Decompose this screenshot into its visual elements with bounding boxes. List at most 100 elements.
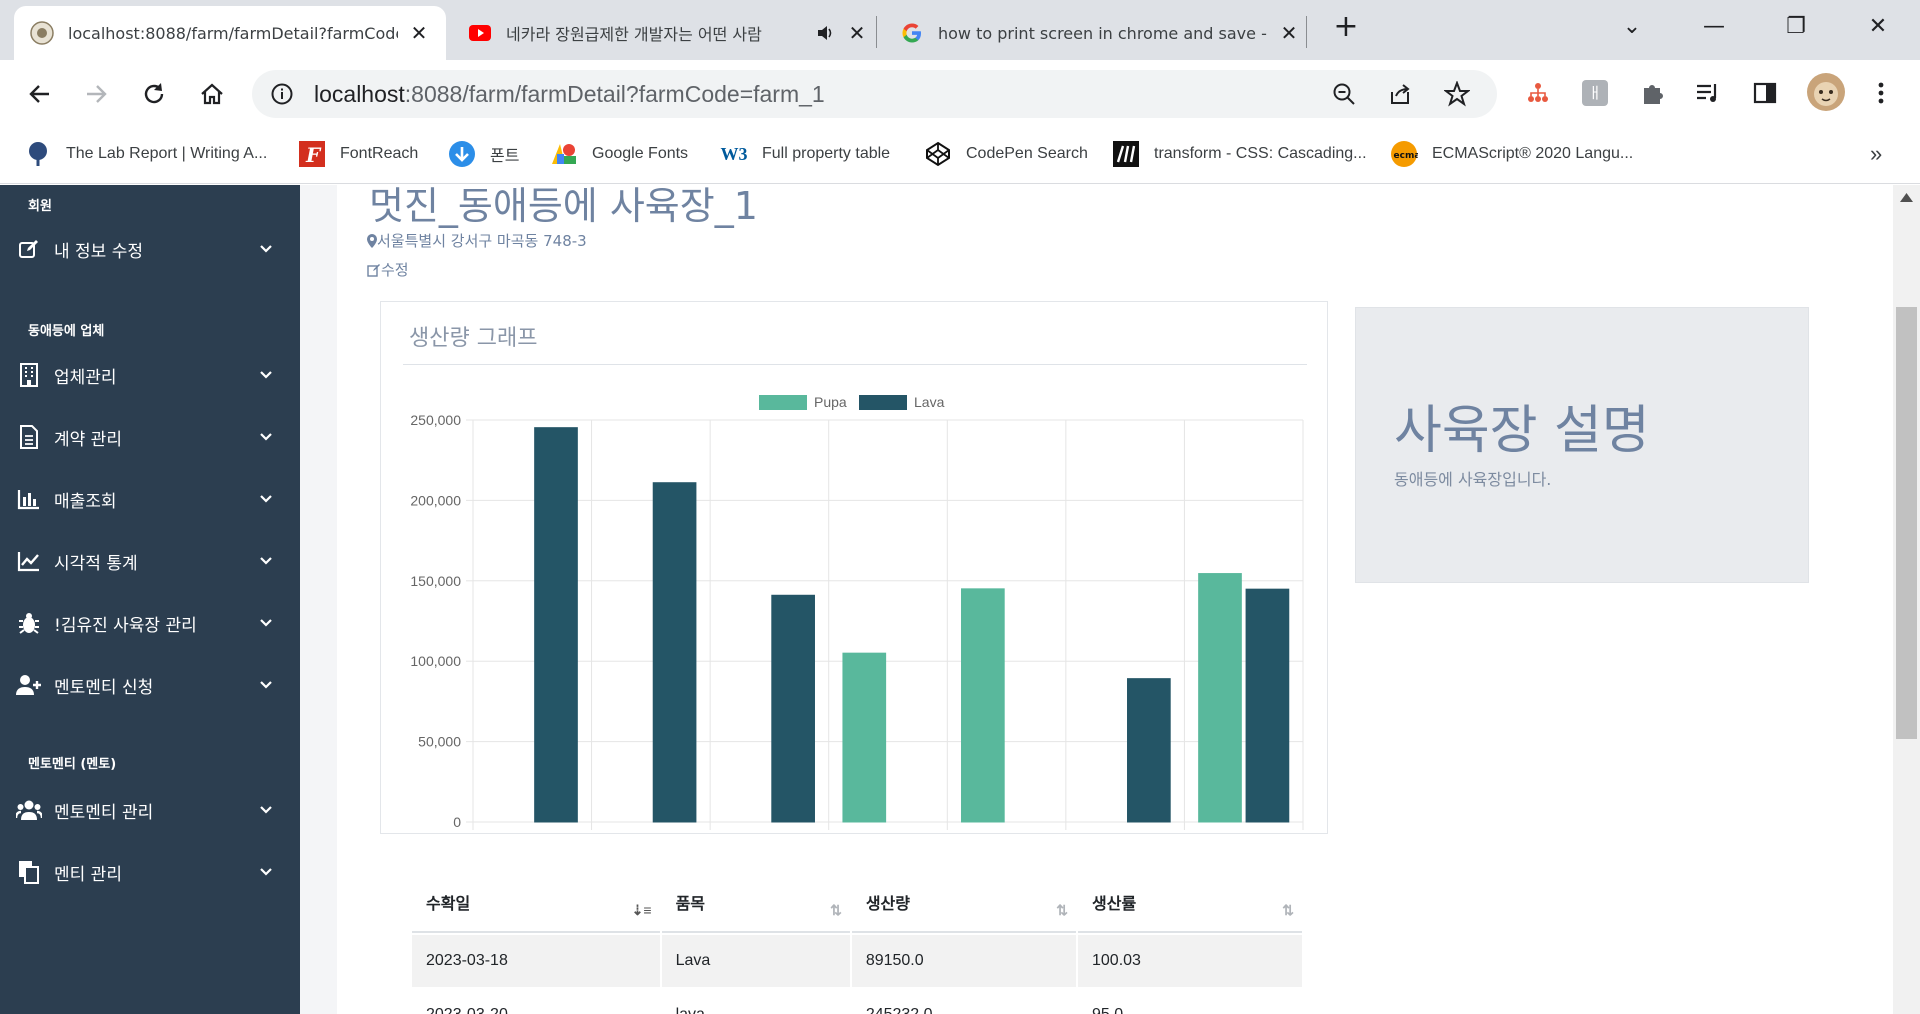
bookmark-lab-report[interactable]: The Lab Report | Writing A... [24,138,267,170]
column-header-rate[interactable]: 생산률 ⇅ [1078,873,1302,933]
address-bar[interactable]: localhost:8088/farm/farmDetail?farmCode=… [252,70,1497,118]
more-menu-icon[interactable] [1866,78,1896,108]
close-tab-icon[interactable]: ✕ [1278,21,1300,45]
close-tab-icon[interactable]: ✕ [408,21,430,45]
scrollbar-thumb[interactable] [1896,307,1917,739]
page-scrollbar[interactable] [1893,185,1920,1014]
sidebar-item-mentoring-management[interactable]: 멘토멘티 관리 [0,788,300,832]
svg-text:F: F [305,143,322,167]
bookmark-full-property-table[interactable]: W3 Full property table [720,138,891,170]
sidebar-item-mentoring-apply[interactable]: 멘토멘티 신청 [0,663,300,707]
tab-google[interactable]: how to print screen in chrome and save -… [884,6,1316,60]
tab-farm-detail[interactable]: localhost:8088/farm/farmDetail?farmCode=… [14,6,446,60]
legend-label: Lava [914,394,945,410]
speaker-icon[interactable] [816,23,836,43]
sidebar-item-farm-management[interactable]: !김유진 사육장 관리 [0,601,300,645]
bookmark-mdn-transform[interactable]: transform - CSS: Cascading... [1112,138,1367,170]
url-text: localhost:8088/farm/farmDetail?farmCode=… [314,81,825,107]
ecma-icon: ecma [1390,140,1418,168]
forward-button[interactable] [78,76,114,112]
sidebar-item-company-management[interactable]: 업체관리 [0,353,300,397]
user-plus-icon [16,672,42,698]
sort-icon: ⇅ [1282,902,1294,918]
sidebar-item-contract-management[interactable]: 계약 관리 [0,415,300,459]
arrow-left-icon [29,85,49,103]
bookmark-star-icon[interactable] [1444,81,1470,107]
cell-item: Lava [661,935,850,987]
chevron-down-icon [256,619,276,627]
description-title: 사육장 설명 [1394,401,1650,461]
y-tick-label: 100,000 [410,653,461,669]
column-header-item[interactable]: 품목 ⇅ [661,873,850,933]
users-icon [16,797,42,823]
bar-lava [1127,678,1171,823]
home-button[interactable] [194,76,230,112]
chevron-down-icon [256,245,276,253]
mdn-icon [1112,140,1140,168]
chevron-down-icon [256,433,276,441]
new-tab-button[interactable]: + [1326,12,1366,42]
sidebar-item-sales[interactable]: 매출조회 [0,477,300,521]
chevron-down-icon [256,371,276,379]
bookmark-codepen[interactable]: CodePen Search [924,138,1088,170]
reload-button[interactable] [136,76,172,112]
codepen-icon [924,140,952,168]
home-icon [201,83,223,105]
tab-title: how to print screen in chrome and save -… [938,23,1268,43]
bookmark-ecmascript[interactable]: ecma ECMAScript® 2020 Langu... [1390,138,1633,170]
side-panel-icon[interactable] [1750,78,1780,108]
sidebar-heading-mentor: 멘토멘티 (멘토) [28,757,117,772]
legend-swatch [859,395,907,410]
close-window-button[interactable]: ✕ [1858,12,1898,42]
table-header-row: 수확일 ⇣≡ 품목 ⇅ 생산량 ⇅ 생산률 ⇅ [412,873,1302,933]
site-info-icon[interactable] [270,82,294,106]
sidebar-heading-member: 회원 [28,199,52,214]
bookmark-font[interactable]: 폰트 [448,138,519,170]
y-tick-label: 250,000 [410,412,461,428]
back-button[interactable] [22,76,58,112]
sort-icon: ⇅ [1056,902,1068,918]
profile-avatar[interactable] [1806,72,1846,112]
production-chart-card: 생산량 그래프 0 50,000 100,000 150,000 200,000 250,… [380,301,1328,834]
bookmark-google-fonts[interactable]: Google Fonts [550,138,688,170]
extension-hanja-icon[interactable]: ㅐ [1580,78,1610,108]
bar-lava [1245,588,1290,823]
sidebar-item-edit-profile[interactable]: 내 정보 수정 [0,227,300,271]
reload-icon [144,83,164,104]
media-queue-icon[interactable] [1693,78,1723,108]
cell-rate: 100.03 [1078,935,1302,987]
legend-swatch [759,395,807,410]
sort-icon: ⇅ [830,902,842,918]
bar-lava [534,427,578,823]
sort-desc-icon: ⇣≡ [631,902,652,918]
close-tab-icon[interactable]: ✕ [846,21,868,45]
bar-pupa [842,652,887,823]
tab-search-chevron-icon[interactable]: ⌄ [1612,12,1652,42]
sidebar-item-mentee-management[interactable]: 멘티 관리 [0,850,300,894]
page-viewport: 회원 내 정보 수정 동애등에 업체 업체관리 계약 관리 매출조회 시각적 통… [0,185,1920,1014]
sidebar-item-visual-stats[interactable]: 시각적 통계 [0,539,300,583]
table-row: 2023-03-20 lava 245232.0 95.0 [412,989,1302,1014]
tab-title: localhost:8088/farm/farmDetail?farmCode=… [68,23,398,43]
bookmark-fontreach[interactable]: F FontReach [298,138,418,170]
share-icon[interactable] [1388,82,1412,106]
chevron-down-icon [256,681,276,689]
extensions-puzzle-icon[interactable] [1637,78,1667,108]
more-bookmarks-icon[interactable]: » [1870,138,1882,170]
tab-youtube[interactable]: 네카라 장원급제한 개발자는 어떤 사람 ✕ [452,6,884,60]
bar-lava [652,482,697,823]
restore-button[interactable]: ❐ [1776,12,1816,42]
sidebar-heading-company: 동애등에 업체 [28,324,105,339]
legend-label: Pupa [814,394,847,410]
extension-tree-icon[interactable] [1523,78,1553,108]
tree-icon [24,140,52,168]
cell-rate: 95.0 [1078,989,1302,1014]
cell-quantity: 89150.0 [851,935,1076,987]
edit-icon [16,236,42,262]
scroll-up-arrow-icon[interactable] [1900,193,1913,202]
edit-farm-link[interactable]: 수정 [367,259,409,280]
zoom-icon[interactable] [1332,82,1356,106]
minimize-button[interactable]: — [1694,12,1734,42]
column-header-quantity[interactable]: 생산량 ⇅ [851,873,1076,933]
column-header-harvest-date[interactable]: 수확일 ⇣≡ [412,873,660,933]
